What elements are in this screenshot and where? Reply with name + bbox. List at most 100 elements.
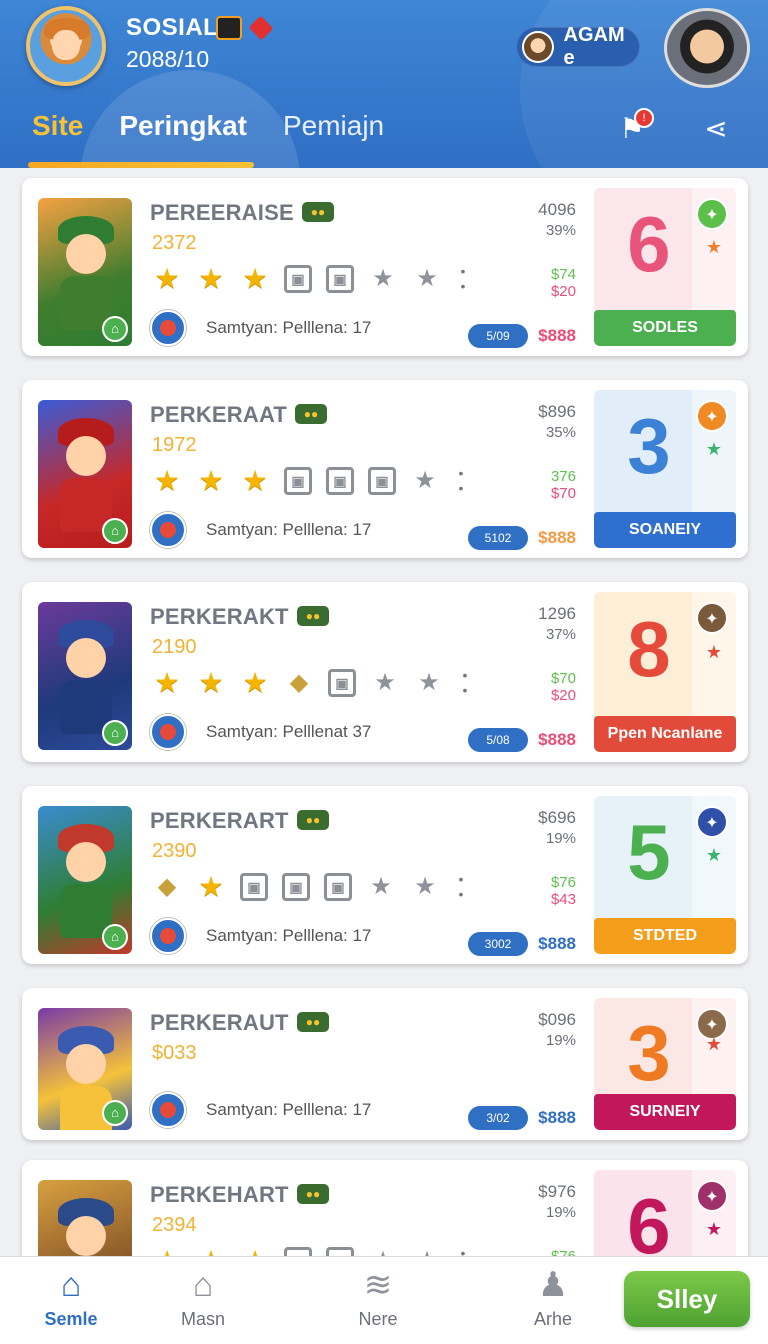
gray-star-icon: ★ [412, 1246, 442, 1256]
rank-label[interactable]: Ppen Ncanlane [594, 716, 736, 752]
user-score: 2088/10 [126, 46, 210, 72]
achievement-icons: ◆ ★ ▣ ▣ ▣ ★ ★ • • [152, 872, 468, 902]
percent-primary: $696 [538, 808, 576, 827]
percent-stats: $696 19% [538, 808, 576, 847]
profile-avatar[interactable] [26, 6, 106, 86]
nav-label: Semle [44, 1309, 98, 1329]
ranking-card[interactable]: ⌂ PERKERAUT $033 $096 19% 3 ✦ ★ SURNEIY … [22, 988, 748, 1140]
card-score: 2394 [152, 1214, 197, 1236]
card-subtitle: Samtyan: Pelllena: 17 [206, 926, 372, 945]
card-title: PERKERAUT [150, 1010, 289, 1035]
gem-badge-icon [248, 15, 274, 41]
card-score: 2372 [152, 232, 197, 254]
rank-emblem-icon: ✦ [696, 602, 728, 634]
rank-number: 6 [627, 1182, 671, 1256]
gold-star-icon: ★ [242, 465, 268, 496]
rank-badge-icon [216, 16, 242, 40]
level-up-icon: ⌂ [102, 720, 128, 746]
rank-panel[interactable]: 3 ✦ ★ SOANEIY [594, 390, 736, 548]
avatar-face [52, 30, 80, 60]
rank-panel[interactable]: 5 ✦ ★ STDTED [594, 796, 736, 954]
title-badge-icon: ●● [302, 202, 334, 222]
nav-item-arhe[interactable]: ♟ Arhe [508, 1265, 598, 1330]
character-face [66, 1044, 106, 1084]
notification-badge: ! [634, 108, 654, 128]
code-pill[interactable]: 5102 [468, 526, 528, 550]
rank-star-icon: ★ [705, 439, 722, 459]
percent-primary: 4096 [538, 200, 576, 219]
ranking-list[interactable]: ⌂ PEREERAISE 2372 4096 39% $74 $20 6 ✦ ★… [0, 168, 768, 1256]
rank-panel[interactable]: 8 ✦ ★ Ppen Ncanlane [594, 592, 736, 752]
percent-secondary: 39% [545, 222, 576, 239]
item-box-icon: ▣ [368, 467, 396, 495]
ranking-card[interactable]: ⌂ PERKERAAT 1972 $896 35% 376 $70 3 ✦ ★ … [22, 380, 748, 558]
achievement-icons: ★ ★ ★ ▣ ▣ ▣ ★ • • [152, 466, 468, 496]
tab-site[interactable]: Site [32, 110, 83, 142]
item-box-icon: ▣ [326, 467, 354, 495]
character-thumbnail[interactable]: ⌂ [38, 1008, 132, 1130]
character-thumbnail[interactable]: ⌂ [38, 198, 132, 346]
rank-panel[interactable]: 6 ✦ ★ SODLES [594, 188, 736, 346]
gold-star-icon: ★ [240, 1246, 270, 1257]
rank-label[interactable]: SODLES [594, 310, 736, 346]
share-icon[interactable]: ⋖ [698, 112, 734, 146]
rank-number: 6 [627, 200, 671, 288]
clan-emblem-icon [150, 310, 186, 346]
item-box-icon: ▣ [328, 669, 356, 697]
level-up-icon: ⌂ [102, 924, 128, 950]
money-primary: $74 [550, 266, 576, 283]
ranking-card[interactable]: ⌂ PERKERAKT 2190 1296 37% $70 $20 8 ✦ ★ … [22, 582, 748, 762]
character-thumbnail[interactable]: ⌂ [38, 400, 132, 548]
percent-stats: $896 35% [538, 402, 576, 441]
rank-number: 5 [627, 808, 671, 896]
dots-icon: •• [460, 1245, 466, 1257]
tab-pemain[interactable]: Pemiajn [283, 110, 384, 142]
game-switch-button[interactable]: AGAM e [516, 24, 640, 69]
opponent-avatar[interactable] [664, 8, 750, 88]
code-pill[interactable]: 5/08 [468, 728, 528, 752]
level-up-icon: ⌂ [102, 518, 128, 544]
code-pill[interactable]: 3002 [468, 932, 528, 956]
achievement-icons: ★ ★ ★ ▣ ▣ ★ ★ •• [152, 1246, 470, 1256]
item-box-icon: ▣ [240, 873, 268, 901]
code-pill[interactable]: 3/02 [468, 1106, 528, 1130]
money-secondary: $20 [550, 283, 576, 300]
nav-item-nere[interactable]: ≋ Nere [333, 1265, 423, 1330]
clan-emblem-icon [150, 512, 186, 548]
item-box-icon: ▣ [284, 265, 312, 293]
nav-item-semle[interactable]: ⌂ Semle [26, 1265, 116, 1330]
rank-panel[interactable]: 3 ✦ ★ SURNEIY [594, 998, 736, 1130]
rank-star-icon: ★ [705, 237, 722, 257]
rank-label[interactable]: SURNEIY [594, 1094, 736, 1130]
money-primary: $76 [550, 874, 576, 891]
character-thumbnail[interactable]: ⌂ [38, 806, 132, 954]
rank-label[interactable]: SOANEIY [594, 512, 736, 548]
tab-peringkat[interactable]: Peringkat [119, 110, 247, 142]
percent-stats: $096 19% [538, 1010, 576, 1049]
title-badge-icon: ●● [295, 404, 327, 424]
gold-star-icon: ★ [154, 465, 180, 496]
money-stats: $76 $43 [551, 874, 576, 908]
ranking-card[interactable]: ⌂ PERKEHART 2394 $976 19% $76 6 ✦ ★ ●●★★… [22, 1160, 748, 1256]
rank-label[interactable]: STDTED [594, 918, 736, 954]
character-thumbnail[interactable]: ⌂ [38, 1180, 132, 1256]
primary-action-button[interactable]: Slley [624, 1271, 750, 1327]
nav-item-masn[interactable]: ⌂ Masn [158, 1265, 248, 1330]
code-value: $888 [538, 528, 576, 547]
gray-star-icon: ★ [414, 467, 436, 494]
card-title: PERKERART [150, 808, 289, 833]
percent-primary: $976 [538, 1182, 576, 1201]
dots-icon: •• [462, 667, 468, 698]
character-thumbnail[interactable]: ⌂ [38, 602, 132, 750]
dots-icon: •• [458, 871, 464, 902]
code-pill[interactable]: 5/09 [468, 324, 528, 348]
percent-secondary: 37% [545, 626, 576, 643]
card-title: PERKERAAT [150, 402, 288, 427]
level-up-icon: ⌂ [102, 316, 128, 342]
percent-stats: $976 19% [538, 1182, 576, 1221]
rank-panel[interactable]: 6 ✦ ★ [594, 1170, 736, 1256]
rank-emblem-icon: ✦ [696, 198, 728, 230]
ranking-card[interactable]: ⌂ PEREERAISE 2372 4096 39% $74 $20 6 ✦ ★… [22, 178, 748, 356]
ranking-card[interactable]: ⌂ PERKERART 2390 $696 19% $76 $43 5 ✦ ★ … [22, 786, 748, 964]
nav-label: Masn [180, 1309, 225, 1329]
